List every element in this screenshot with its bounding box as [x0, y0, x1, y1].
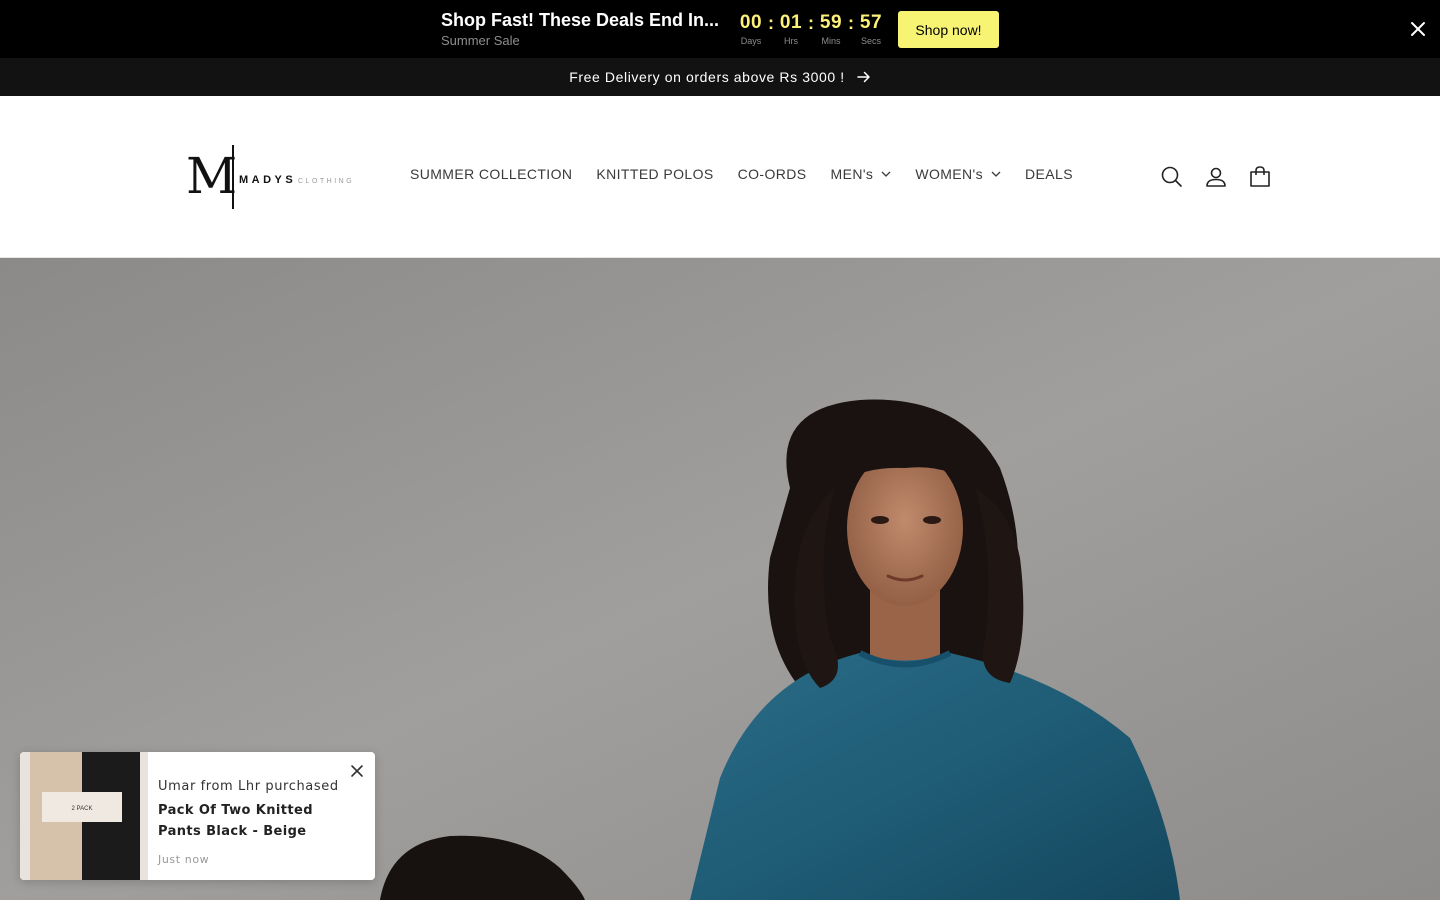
nav-label: SUMMER COLLECTION	[410, 166, 573, 182]
account-icon[interactable]	[1203, 164, 1229, 190]
countdown-days-label: Days	[740, 36, 762, 46]
purchase-notification[interactable]: 2 PACK Umar from Lhr purchased Pack Of T…	[20, 752, 375, 880]
countdown-secs-label: Secs	[860, 36, 881, 46]
toast-buyer-text: Umar from Lhr purchased	[158, 779, 339, 794]
countdown-title: Shop Fast! These Deals End In...	[441, 10, 720, 30]
nav-item-deals[interactable]: DEALS	[1013, 166, 1085, 182]
close-icon[interactable]	[1406, 17, 1430, 41]
search-icon[interactable]	[1159, 164, 1185, 190]
chevron-down-icon	[991, 171, 1001, 177]
countdown-secs: 57 Secs	[858, 12, 884, 46]
product-thumbnail[interactable]: 2 PACK	[20, 752, 148, 880]
countdown-hours: 01 Hrs	[778, 12, 804, 46]
arrow-right-icon	[857, 71, 871, 83]
nav-label: WOMEN's	[915, 166, 984, 182]
countdown-separator: :	[848, 13, 854, 33]
countdown-mins-label: Mins	[821, 36, 841, 46]
nav-label: CO-ORDS	[737, 166, 807, 182]
nav-label: KNITTED POLOS	[596, 166, 714, 182]
logo-word: MADYS	[239, 174, 296, 186]
countdown-secs-value: 57	[859, 12, 883, 33]
countdown-hours-label: Hrs	[784, 36, 798, 46]
countdown-timer: 00 Days : 01 Hrs : 59 Mins : 57 Secs	[738, 12, 884, 46]
countdown-mins-value: 59	[819, 12, 843, 33]
site-header: M MADYS CLOTHING SUMMER COLLECTION KNITT…	[0, 96, 1440, 258]
toast-time: Just now	[158, 853, 210, 866]
main-nav: SUMMER COLLECTION KNITTED POLOS CO-ORDS …	[398, 166, 1085, 182]
announcement-text[interactable]: Free Delivery on orders above Rs 3000 !	[569, 69, 845, 85]
cart-icon[interactable]	[1247, 164, 1273, 190]
toast-product-name[interactable]: Pack Of Two Knitted Pants Black - Beige	[158, 800, 358, 842]
product-thumbnail-label: 2 PACK	[72, 806, 93, 812]
countdown-subtitle: Summer Sale	[441, 33, 520, 48]
countdown-separator: :	[808, 13, 814, 33]
logo-sub: CLOTHING	[298, 178, 354, 185]
close-icon[interactable]	[348, 762, 366, 780]
chevron-down-icon	[881, 171, 891, 177]
countdown-separator: :	[768, 13, 774, 33]
shop-now-button[interactable]: Shop now!	[898, 11, 999, 48]
nav-item-womens[interactable]: WOMEN's	[903, 166, 1013, 182]
nav-item-knitted-polos[interactable]: KNITTED POLOS	[584, 166, 725, 182]
countdown-mins: 59 Mins	[818, 12, 844, 46]
countdown-bar: Shop Fast! These Deals End In... Summer …	[0, 0, 1440, 58]
countdown-days-value: 00	[739, 12, 763, 33]
announcement-bar[interactable]: Free Delivery on orders above Rs 3000 !	[0, 58, 1440, 96]
nav-item-mens[interactable]: MEN's	[819, 166, 904, 182]
nav-item-co-ords[interactable]: CO-ORDS	[726, 166, 819, 182]
site-logo[interactable]: M MADYS CLOTHING	[186, 143, 356, 211]
logo-mark: M	[186, 147, 237, 205]
countdown-days: 00 Days	[738, 12, 764, 46]
nav-item-summer-collection[interactable]: SUMMER COLLECTION	[398, 166, 584, 182]
nav-label: MEN's	[830, 166, 874, 182]
countdown-hours-value: 01	[779, 12, 803, 33]
nav-label: DEALS	[1025, 166, 1073, 182]
